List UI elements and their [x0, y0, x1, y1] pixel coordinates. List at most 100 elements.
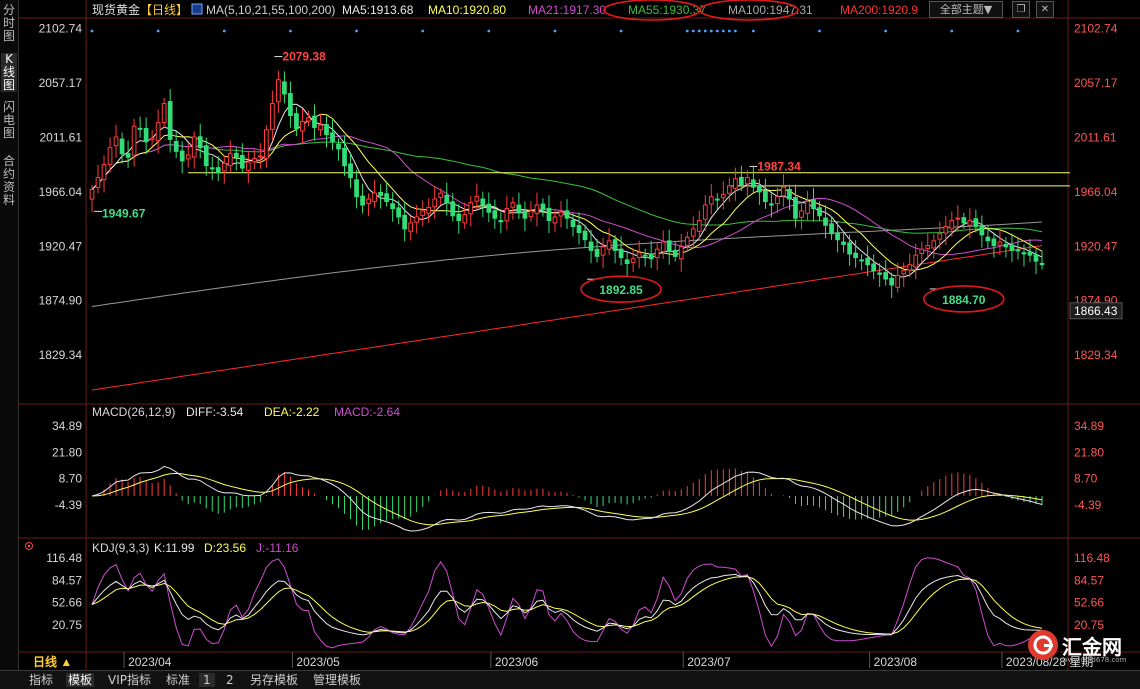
tab-indicator[interactable]: 指标: [29, 673, 53, 687]
candle-body: [714, 198, 720, 201]
candle-body: [264, 129, 269, 159]
candle-body: [462, 214, 468, 224]
kdj-tick-left: 20.75: [52, 618, 82, 632]
candle-body: [1033, 254, 1039, 262]
candle-body: [823, 217, 828, 226]
candle-body: [366, 198, 371, 204]
price-annotation: 1884.70: [942, 293, 986, 307]
macd-tick-left: 8.70: [59, 472, 83, 486]
candle-body: [775, 196, 780, 205]
candle-body: [408, 222, 414, 232]
tab-template[interactable]: 模板: [66, 673, 95, 687]
kdj-legend-item: J:-11.16: [256, 541, 299, 555]
macd-tick-left: 21.80: [52, 445, 82, 459]
candle-body: [101, 163, 107, 181]
chart-period: 【日线】: [140, 3, 188, 17]
tab-contract-info[interactable]: 合约资料: [1, 155, 17, 207]
event-marker: [355, 29, 358, 33]
candle-body: [468, 202, 474, 215]
ma100-line: [91, 221, 1043, 307]
period-label: 日线 ▲: [33, 654, 72, 669]
candle-body: [414, 216, 420, 223]
candle-body: [131, 125, 137, 156]
theme-dropdown[interactable]: 全部主题▼: [929, 1, 1003, 18]
date-label: 2023/07: [687, 655, 731, 669]
candle-body: [901, 270, 907, 275]
candle-body: [763, 190, 768, 202]
tab-standard[interactable]: 标准: [166, 673, 190, 687]
candle-body: [739, 176, 744, 186]
candle-body: [1015, 249, 1021, 252]
candle-body: [306, 117, 311, 122]
price-annotation: 1949.67: [102, 206, 146, 220]
candle-body: [769, 203, 774, 206]
candle-body: [89, 189, 95, 200]
price-annotation: 1987.34: [757, 159, 801, 173]
candle-body: [420, 210, 426, 216]
price-tick-left: 2102.74: [39, 22, 83, 36]
candle-body: [570, 220, 576, 228]
candle-body: [672, 249, 678, 257]
candle-body: [732, 178, 738, 189]
price-tick-right: 1966.04: [1074, 185, 1118, 199]
candle-body: [203, 145, 209, 167]
kdj-tick-left: 116.48: [46, 551, 82, 565]
candle-body: [318, 124, 323, 131]
event-marker: [421, 29, 425, 33]
ma-legend-item: MA10:1920.80: [428, 3, 506, 17]
tab-page-2[interactable]: 2: [226, 673, 234, 687]
watermark-logo: 汇金网 www.gold678.com: [1026, 626, 1138, 666]
price-tick-right: 2102.74: [1074, 22, 1118, 36]
candle-body: [324, 124, 329, 136]
kdj-tick-right: 116.48: [1074, 551, 1110, 565]
candle-body: [378, 191, 383, 196]
candle-body: [931, 240, 937, 249]
chart-canvas[interactable]: 2102.74 2102.74 2057.17 2057.17 2011.61 2011.…: [18, 0, 1140, 670]
candle-body: [997, 241, 1003, 246]
current-price-label: 1866.43: [1074, 304, 1118, 318]
tab-kline[interactable]: K线图: [1, 53, 17, 92]
macd-tick-right: 8.70: [1074, 472, 1098, 486]
restore-icon[interactable]: ❐: [1012, 1, 1030, 18]
event-marker: [553, 29, 557, 33]
event-marker: [685, 29, 689, 33]
tab-flash[interactable]: 闪电图: [1, 101, 17, 140]
event-marker: [691, 29, 695, 33]
candle-body: [546, 207, 552, 222]
candle-body: [720, 193, 726, 199]
candle-body: [336, 143, 341, 150]
event-marker: [90, 29, 94, 33]
candle-body: [1003, 243, 1009, 248]
candle-body: [534, 204, 540, 214]
tab-vip-indicator[interactable]: VIP指标: [108, 673, 151, 687]
price-tick-right: 2057.17: [1074, 76, 1118, 90]
candle-body: [294, 113, 299, 130]
event-marker: [703, 29, 707, 33]
tab-intraday[interactable]: 分时图: [1, 4, 17, 43]
candle-body: [937, 233, 943, 240]
event-marker: [751, 29, 755, 33]
candle-body: [949, 220, 955, 230]
event-marker: [818, 29, 821, 33]
candle-body: [943, 226, 949, 234]
ma-legend-item: MA21:1917.30: [528, 3, 606, 17]
candle-body: [227, 153, 233, 166]
close-icon[interactable]: ✕: [1036, 1, 1054, 18]
candle-body: [1027, 251, 1033, 256]
candle-body: [817, 207, 822, 217]
candle-body: [618, 248, 624, 259]
watermark-url: www.gold678.com: [1062, 656, 1127, 664]
candle-body: [889, 277, 895, 286]
candle-body: [666, 240, 672, 253]
kdj-tick-left: 84.57: [52, 573, 82, 587]
price-annotation: 1892.85: [599, 283, 643, 297]
candle-body: [251, 157, 257, 163]
candle-body: [708, 196, 714, 205]
tab-page-1[interactable]: 1: [199, 673, 215, 687]
ma-settings-icon: [191, 3, 203, 15]
candle-body: [450, 201, 456, 217]
tab-manage-template[interactable]: 管理模板: [313, 673, 361, 687]
candle-body: [432, 198, 438, 208]
tab-save-template[interactable]: 另存模板: [250, 673, 298, 687]
ma-legend-item: MA(5,10,21,55,100,200): [206, 3, 335, 17]
